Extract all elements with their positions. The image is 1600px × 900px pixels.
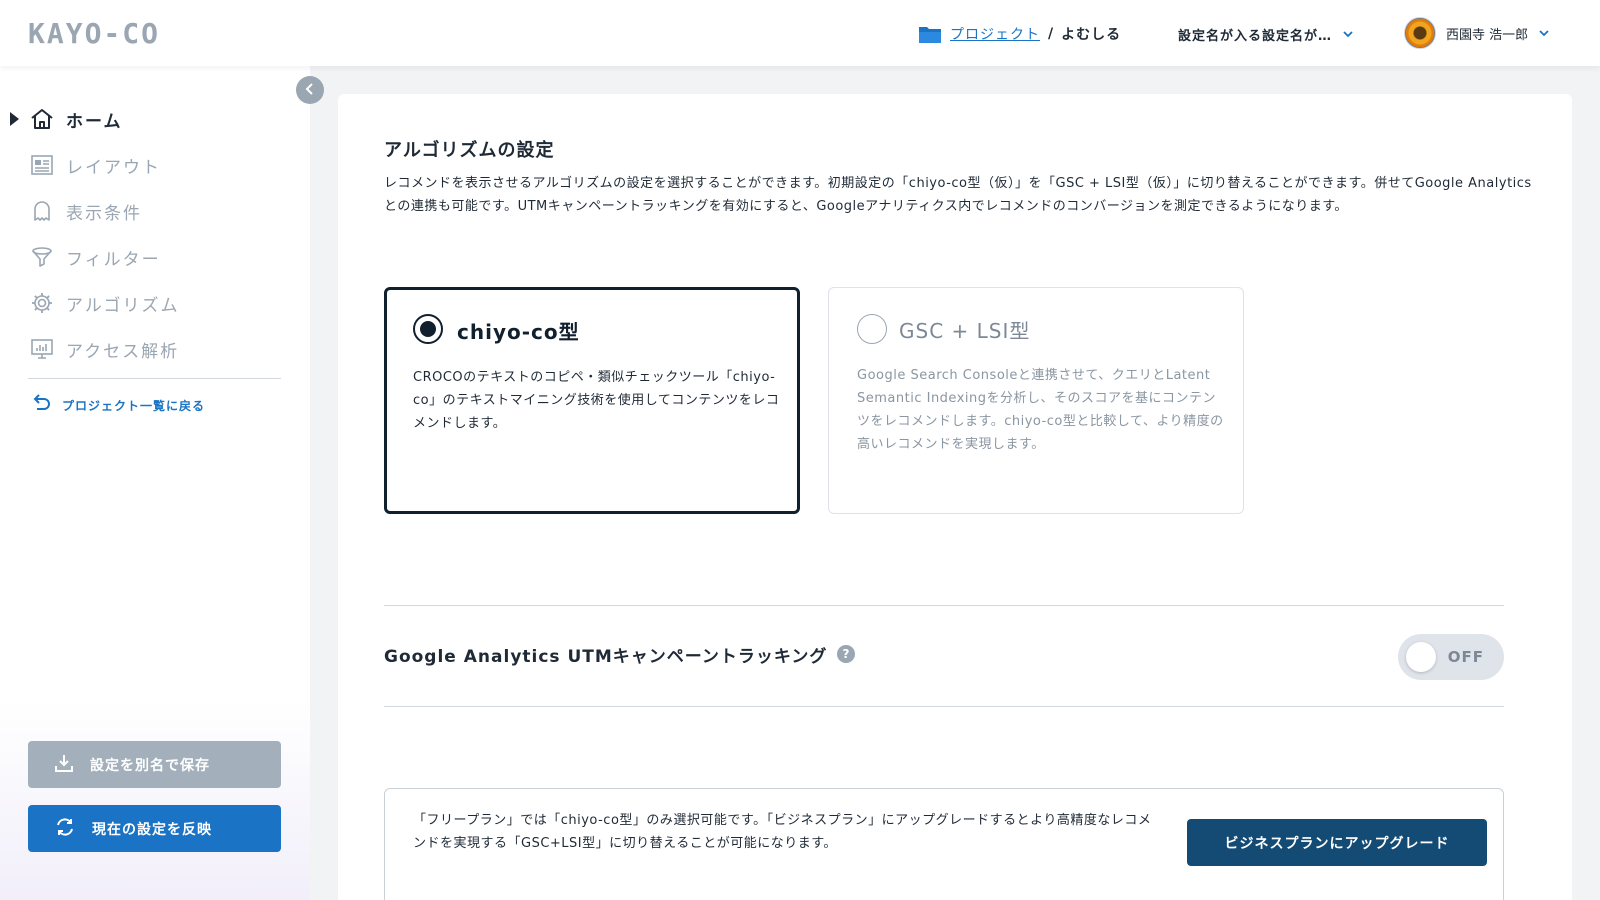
- sidebar: ホーム レイアウト 表示条件 フィルター アルゴリズム アクセス解析 プロジェク…: [0, 66, 310, 900]
- sidebar-item-access-analysis[interactable]: アクセス解析: [0, 326, 310, 372]
- sidebar-item-label: ホーム: [66, 111, 123, 132]
- sidebar-nav: ホーム レイアウト 表示条件 フィルター アルゴリズム アクセス解析: [0, 96, 310, 372]
- upgrade-notice: 「フリープラン」では「chiyo-co型」のみ選択可能です。「ビジネスプラン」に…: [384, 788, 1504, 900]
- folder-icon: [918, 24, 942, 44]
- sidebar-item-label: 表示条件: [66, 203, 142, 224]
- option-gsc-lsi[interactable]: GSC + LSI型 Google Search Consoleと連携させて、ク…: [828, 287, 1244, 514]
- app-header: KAYO-CO プロジェクト / よむしる 設定名が入る設定名が… 西園寺 浩一…: [0, 0, 1600, 66]
- breadcrumb-current: よむしる: [1061, 27, 1122, 43]
- user-menu[interactable]: 西園寺 浩一郎: [1404, 16, 1550, 50]
- chevron-down-icon: [1342, 28, 1354, 40]
- section-divider: [384, 706, 1504, 707]
- sidebar-item-filter[interactable]: フィルター: [0, 234, 310, 280]
- ga-tracking-row: Google Analytics UTMキャンペーントラッキング ?: [384, 642, 856, 667]
- section-divider: [384, 605, 1504, 606]
- apply-label: 現在の設定を反映: [92, 821, 212, 838]
- apply-settings-button[interactable]: 現在の設定を反映: [28, 805, 281, 852]
- radio-selected[interactable]: [413, 314, 443, 344]
- active-marker-icon: [10, 112, 19, 126]
- gear-icon: [30, 291, 54, 315]
- sidebar-item-label: アクセス解析: [66, 341, 180, 362]
- sidebar-item-label: アルゴリズム: [66, 295, 180, 316]
- refresh-icon: [54, 816, 76, 842]
- notice-text: 「フリープラン」では「chiyo-co型」のみ選択可能です。「ビジネスプラン」に…: [413, 813, 1152, 851]
- option-description: CROCOのテキストのコピペ・類似チェックツール「chiyo-co」のテキストマ…: [413, 370, 780, 431]
- sidebar-item-layout[interactable]: レイアウト: [0, 142, 310, 188]
- sidebar-item-algorithm[interactable]: アルゴリズム: [0, 280, 310, 326]
- sidebar-item-label: レイアウト: [66, 157, 161, 178]
- setting-selector[interactable]: 設定名が入る設定名が…: [1178, 22, 1354, 46]
- sidebar-collapse-button[interactable]: [296, 76, 324, 104]
- ghost-icon: [30, 199, 54, 223]
- breadcrumb-separator: /: [1048, 26, 1054, 42]
- option-title: chiyo-co型: [457, 320, 580, 344]
- chevron-left-icon: [303, 81, 317, 100]
- sidebar-item-display-conditions[interactable]: 表示条件: [0, 188, 310, 234]
- option-description: Google Search Consoleと連携させて、クエリとLatent S…: [857, 368, 1224, 452]
- sidebar-divider: [28, 378, 281, 379]
- download-icon: [54, 753, 74, 777]
- back-link-label: プロジェクト一覧に戻る: [62, 398, 206, 413]
- user-name: 西園寺 浩一郎: [1446, 27, 1529, 43]
- page-title: アルゴリズムの設定: [384, 140, 555, 161]
- sidebar-item-home[interactable]: ホーム: [0, 96, 310, 142]
- layout-icon: [30, 153, 54, 177]
- avatar: [1404, 17, 1436, 49]
- return-arrow-icon: [30, 393, 52, 418]
- toggle-knob: [1406, 642, 1436, 672]
- filter-icon: [30, 245, 54, 269]
- option-chiyo-co[interactable]: chiyo-co型 CROCOのテキストのコピペ・類似チェックツール「chiyo…: [384, 287, 800, 514]
- monitor-chart-icon: [30, 337, 54, 361]
- radio-unselected[interactable]: [857, 314, 887, 344]
- option-title: GSC + LSI型: [899, 319, 1031, 343]
- home-icon: [30, 107, 54, 131]
- algorithm-settings-card: アルゴリズムの設定 レコメンドを表示させるアルゴリズムの設定を選択することができ…: [338, 94, 1572, 900]
- save-as-button[interactable]: 設定を別名で保存: [28, 741, 281, 788]
- setting-selector-label: 設定名が入る設定名が…: [1178, 28, 1333, 44]
- help-icon[interactable]: ?: [837, 645, 856, 663]
- back-to-projects-link[interactable]: プロジェクト一覧に戻る: [30, 392, 205, 418]
- breadcrumb: プロジェクト / よむしる: [918, 22, 1121, 46]
- page-description: レコメンドを表示させるアルゴリズムの設定を選択することができます。初期設定の「c…: [384, 176, 1532, 214]
- sidebar-item-label: フィルター: [66, 249, 161, 270]
- save-as-label: 設定を別名で保存: [90, 757, 210, 774]
- breadcrumb-projects-link[interactable]: プロジェクト: [950, 24, 1040, 44]
- upgrade-button[interactable]: ビジネスプランにアップグレード: [1187, 819, 1487, 866]
- toggle-state-label: OFF: [1447, 648, 1484, 666]
- ga-tracking-toggle[interactable]: OFF: [1398, 634, 1504, 680]
- logo[interactable]: KAYO-CO: [28, 17, 160, 50]
- chevron-down-icon: [1538, 27, 1550, 39]
- ga-tracking-label: Google Analytics UTMキャンペーントラッキング: [384, 646, 828, 667]
